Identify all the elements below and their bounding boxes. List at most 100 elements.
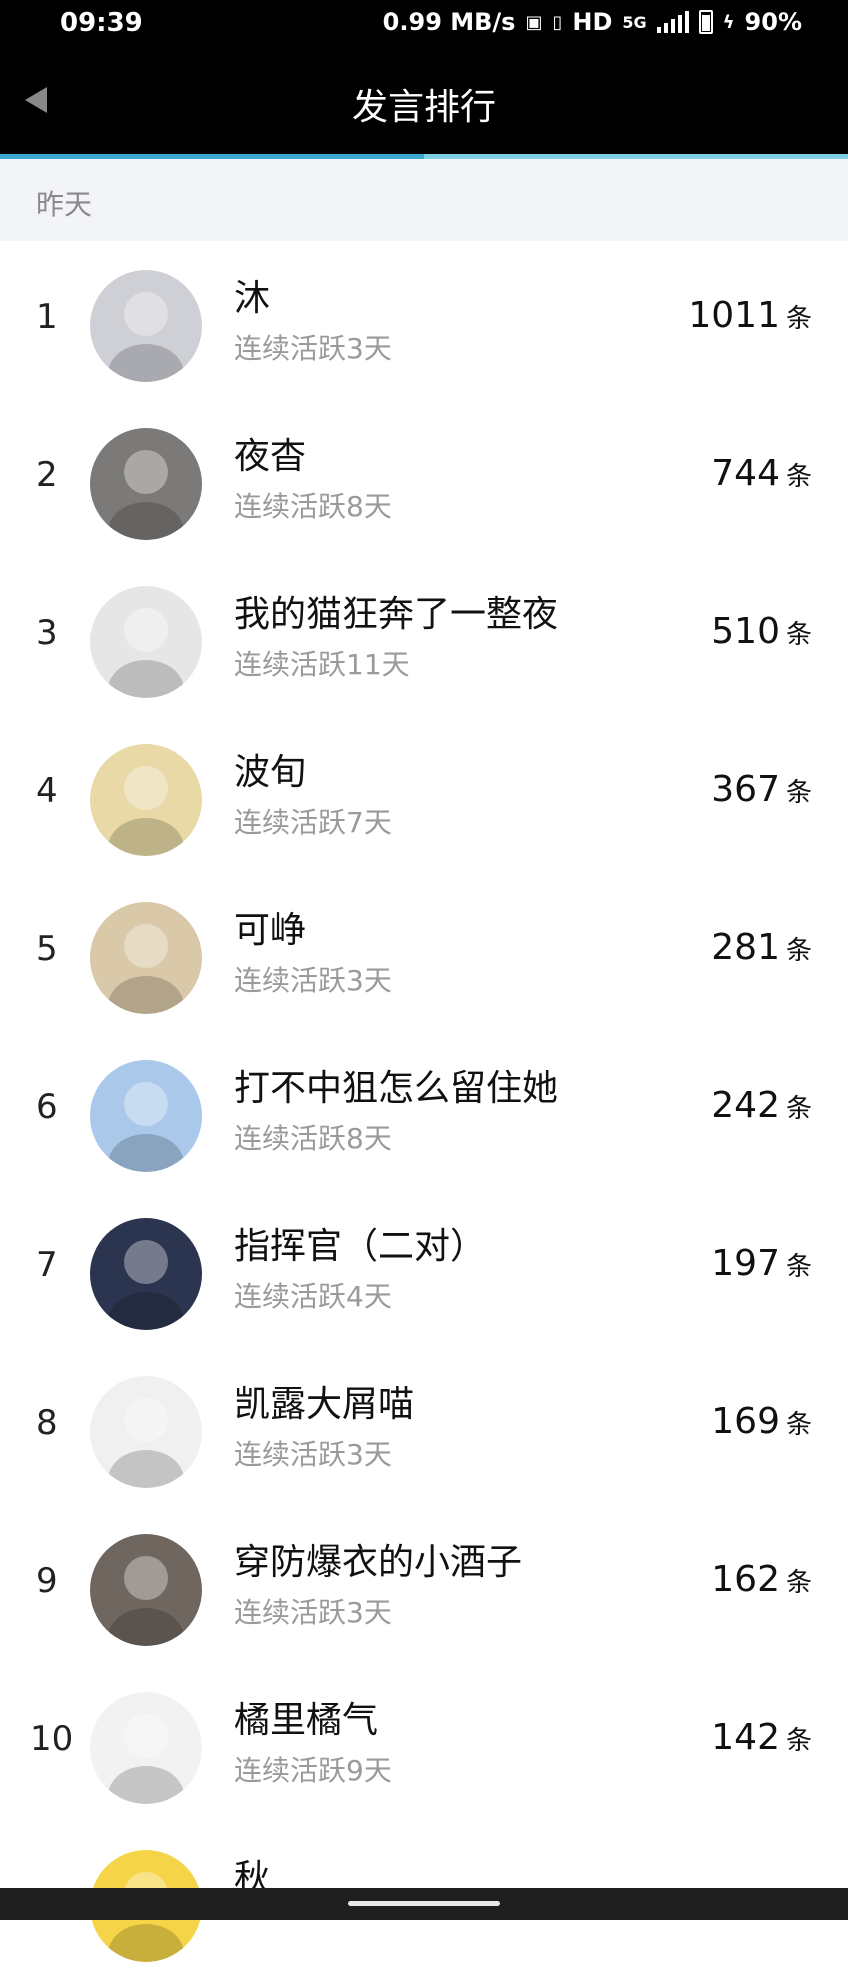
ranking-row[interactable]: 8 凯露大屑喵 连续活跃3天 169 条 xyxy=(0,1347,848,1505)
home-gesture-handle[interactable] xyxy=(348,1901,500,1906)
count-unit: 条 xyxy=(785,304,812,334)
ranking-row[interactable]: 5 可峥 连续活跃3天 281 条 xyxy=(0,873,848,1031)
user-name: 可峥 xyxy=(234,910,307,951)
auto-icon: ▣ xyxy=(525,11,543,33)
user-name: 波旬 xyxy=(234,752,307,793)
avatar[interactable] xyxy=(90,1218,202,1330)
count-value: 744 xyxy=(711,453,780,494)
streak-text: 连续活跃4天 xyxy=(234,1280,392,1313)
message-count: 169 条 xyxy=(711,1401,812,1442)
count-value: 162 xyxy=(711,1559,780,1600)
navigation-bar xyxy=(0,1888,848,1920)
avatar[interactable] xyxy=(90,744,202,856)
section-label: 昨天 xyxy=(36,188,93,221)
user-name: 指挥官（二对） xyxy=(234,1226,487,1267)
message-count: 242 条 xyxy=(711,1085,812,1126)
streak-text: 连续活跃3天 xyxy=(234,1596,392,1629)
avatar[interactable] xyxy=(90,586,202,698)
streak-text: 连续活跃8天 xyxy=(234,1122,392,1155)
user-name: 夜杳 xyxy=(234,436,307,477)
user-name: 橘里橘气 xyxy=(234,1700,379,1741)
count-value: 197 xyxy=(711,1243,780,1284)
signal-icon xyxy=(656,11,689,33)
streak-text: 连续活跃7天 xyxy=(234,806,392,839)
avatar[interactable] xyxy=(90,1060,202,1172)
count-unit: 条 xyxy=(785,1568,812,1598)
ranking-row[interactable]: 7 指挥官（二对） 连续活跃4天 197 条 xyxy=(0,1189,848,1347)
rank-number: 8 xyxy=(36,1403,58,1443)
rank-number: 6 xyxy=(36,1087,58,1127)
avatar-image xyxy=(90,1376,202,1488)
avatar-image xyxy=(90,1060,202,1172)
avatar[interactable] xyxy=(90,902,202,1014)
count-unit: 条 xyxy=(785,778,812,808)
count-unit: 条 xyxy=(785,620,812,650)
avatar[interactable] xyxy=(90,1534,202,1646)
user-name: 沐 xyxy=(234,278,271,319)
count-value: 281 xyxy=(711,927,780,968)
avatar-image xyxy=(90,744,202,856)
count-value: 367 xyxy=(711,769,780,810)
ranking-row[interactable]: 6 打不中狙怎么留住她 连续活跃8天 242 条 xyxy=(0,1031,848,1189)
count-unit: 条 xyxy=(785,936,812,966)
message-count: 281 条 xyxy=(711,927,812,968)
count-unit: 条 xyxy=(785,1726,812,1756)
rank-number: 3 xyxy=(36,613,58,653)
user-name: 穿防爆衣的小酒子 xyxy=(234,1542,523,1583)
streak-text: 连续活跃8天 xyxy=(234,490,392,523)
message-count: 162 条 xyxy=(711,1559,812,1600)
user-name: 凯露大屑喵 xyxy=(234,1384,415,1425)
charging-icon: ϟ xyxy=(722,11,735,33)
status-time: 09:39 xyxy=(60,8,143,38)
ranking-row[interactable]: 2 夜杳 连续活跃8天 744 条 xyxy=(0,399,848,557)
count-value: 510 xyxy=(711,611,780,652)
avatar-image xyxy=(90,1534,202,1646)
count-value: 169 xyxy=(711,1401,780,1442)
ranking-row[interactable]: 10 橘里橘气 连续活跃9天 142 条 xyxy=(0,1663,848,1821)
count-value: 242 xyxy=(711,1085,780,1126)
message-count: 1011 条 xyxy=(688,295,812,336)
count-unit: 条 xyxy=(785,1410,812,1440)
message-count: 197 条 xyxy=(711,1243,812,1284)
count-unit: 条 xyxy=(785,1094,812,1124)
ranking-row[interactable]: 4 波旬 连续活跃7天 367 条 xyxy=(0,715,848,873)
rank-number: 9 xyxy=(36,1561,58,1601)
streak-text: 连续活跃3天 xyxy=(234,964,392,997)
count-unit: 条 xyxy=(785,462,812,492)
avatar-image xyxy=(90,1692,202,1804)
count-value: 142 xyxy=(711,1717,780,1758)
rank-number: 1 xyxy=(36,297,58,337)
avatar[interactable] xyxy=(90,428,202,540)
ranking-row[interactable]: 1 沐 连续活跃3天 1011 条 xyxy=(0,241,848,399)
count-value: 1011 xyxy=(688,295,780,336)
battery-percent: 90% xyxy=(744,8,802,36)
section-header: 昨天 xyxy=(0,159,848,241)
user-name: 打不中狙怎么留住她 xyxy=(234,1068,559,1109)
ranking-row[interactable]: 3 我的猫狂奔了一整夜 连续活跃11天 510 条 xyxy=(0,557,848,715)
status-bar: 09:39 0.99 MB/s ▣ ▯ HD 5G ϟ 90% xyxy=(0,0,848,52)
hd-label: HD xyxy=(572,8,613,36)
streak-text: 连续活跃3天 xyxy=(234,1438,392,1471)
user-name: 我的猫狂奔了一整夜 xyxy=(234,594,559,635)
streak-text: 连续活跃9天 xyxy=(234,1754,392,1787)
vibrate-icon: ▯ xyxy=(552,11,563,33)
avatar[interactable] xyxy=(90,1692,202,1804)
count-unit: 条 xyxy=(785,1252,812,1282)
avatar[interactable] xyxy=(90,270,202,382)
ranking-list: 1 沐 连续活跃3天 1011 条 2 夜杳 连续活跃8天 744 条 3 我的… xyxy=(0,241,848,1979)
app-bar: 发言排行 xyxy=(0,52,848,154)
message-count: 367 条 xyxy=(711,769,812,810)
streak-text: 连续活跃3天 xyxy=(234,332,392,365)
rank-number: 4 xyxy=(36,771,58,811)
message-count: 510 条 xyxy=(711,611,812,652)
page-title: 发言排行 xyxy=(351,87,496,128)
avatar-image xyxy=(90,270,202,382)
rank-number: 5 xyxy=(36,929,58,969)
avatar-image xyxy=(90,586,202,698)
avatar-image xyxy=(90,1218,202,1330)
avatar[interactable] xyxy=(90,1376,202,1488)
message-count: 142 条 xyxy=(711,1717,812,1758)
status-right-group: 0.99 MB/s ▣ ▯ HD 5G ϟ 90% xyxy=(383,8,802,36)
5g-label: 5G xyxy=(622,12,647,32)
ranking-row[interactable]: 9 穿防爆衣的小酒子 连续活跃3天 162 条 xyxy=(0,1505,848,1663)
